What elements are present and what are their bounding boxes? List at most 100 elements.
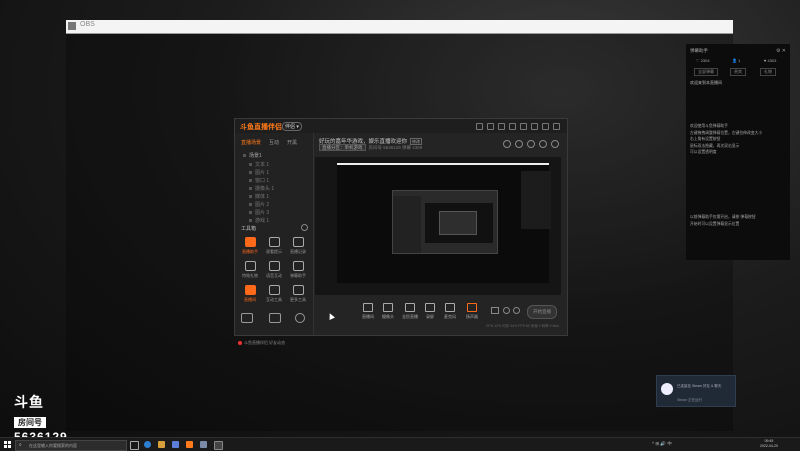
source-item[interactable]: 图片 3 (249, 209, 269, 216)
task-view-icon[interactable] (130, 441, 139, 450)
edge-icon[interactable] (144, 441, 151, 448)
steam-taskbar-icon[interactable] (200, 441, 207, 448)
scene-item[interactable]: 场景1 (243, 152, 262, 159)
status-bar: CPU 12% 内存 34% FPS 60 丢帧 0 码率 0 kb/s (485, 324, 559, 328)
toolbar-speaker[interactable]: 扬声器 (463, 303, 481, 320)
search-placeholder: 在这里输入你要搜索的内容 (29, 443, 77, 448)
obs-app-icon (68, 22, 76, 30)
tool-icon[interactable] (241, 313, 253, 323)
steam-notification-text: 已连接至 Steam 好友 & 聊天 (677, 384, 722, 388)
chat-controls[interactable]: ⚙ ✕ (776, 48, 786, 54)
watermark-brand: 斗鱼 (14, 394, 44, 410)
left-footer[interactable]: 斗鱼直播伴侣 好友动态 (238, 340, 285, 346)
preview-side-panel (521, 171, 551, 229)
video-icon[interactable] (491, 307, 499, 314)
tool-live-room[interactable]: 直播间 (239, 285, 261, 303)
account-dropdown[interactable]: 伴侣 ▾ (282, 122, 302, 131)
gear-icon[interactable] (513, 307, 520, 314)
speaker-icon (467, 303, 477, 312)
tab-gifts[interactable]: 礼物 (760, 68, 776, 76)
preview-screen (337, 163, 551, 283)
record-icon (425, 303, 435, 312)
timer-icon[interactable] (503, 307, 510, 314)
clock-date: 2022-04-20 (760, 444, 778, 448)
mic-icon[interactable] (476, 123, 483, 130)
left-panel: 直播场景 互动 开黑 场景1 文本 1 图片 1 窗口 1 摄像头 1 媒体 1… (235, 133, 314, 345)
tab-vip[interactable]: 贵宾 (730, 68, 746, 76)
home-icon[interactable] (515, 140, 523, 148)
tool-gift-effects[interactable]: 特效礼物 (239, 261, 261, 279)
taskbar-search[interactable]: ⌕ 在这里输入你要搜索的内容 (15, 440, 127, 451)
live-preview[interactable] (315, 157, 561, 295)
tool-live-assistant[interactable]: 直播助手 (239, 237, 261, 255)
screen-icon (405, 303, 415, 312)
source-item[interactable]: 窗口 1 (249, 177, 269, 184)
tool-interact[interactable]: 互动工具 (263, 285, 285, 303)
store-icon[interactable] (172, 441, 179, 448)
toolbar-live-room[interactable]: 直播间 (359, 303, 377, 320)
tool-live-record[interactable]: 直播记录 (287, 237, 309, 255)
tool-watch-tips[interactable]: 观看提示 (263, 237, 285, 255)
toolbox-label: 工具箱 (241, 226, 257, 232)
source-item[interactable]: 摄像头 1 (249, 185, 274, 192)
bell-icon[interactable] (527, 140, 535, 148)
toolbar-mic[interactable]: 麦克风 (441, 303, 459, 320)
link-icon[interactable] (551, 140, 559, 148)
tool-voice[interactable]: 语音互动 (263, 261, 285, 279)
tab-scenes[interactable]: 直播场景 (241, 139, 261, 146)
tab-interact[interactable]: 互动 (269, 139, 279, 146)
tool-icon[interactable] (295, 313, 305, 323)
stat-followers: ♡ 2304 (696, 58, 710, 63)
tool-more[interactable]: 更多工具 (287, 285, 309, 303)
chat-icon[interactable] (539, 140, 547, 148)
source-item[interactable]: 文本 1 (249, 161, 269, 168)
live-dot-icon (238, 340, 242, 345)
message-icon[interactable] (498, 123, 505, 130)
source-item[interactable]: 媒体 1 (249, 193, 269, 200)
steam-icon (661, 383, 673, 395)
chat-title: 弹幕助手 (690, 48, 708, 53)
stat-likes: ♥ 4303 (764, 58, 777, 63)
gift-icon[interactable] (509, 123, 516, 130)
app-logo: 斗鱼直播伴侣 (240, 124, 282, 131)
category-pill[interactable]: 直播分区：单机游戏 (319, 144, 366, 151)
source-item[interactable]: 游戏 1 (249, 217, 269, 224)
stat-viewers: 👤 1 (732, 58, 741, 63)
tool-icon (292, 237, 304, 247)
bottom-toolbar: 直播间 摄像头 全民直播 录屏 麦克风 扬声器 开始直播 CPU 12% 内存 … (315, 297, 561, 333)
toolbox-settings-icon[interactable] (301, 224, 308, 231)
toolbar-fullscreen[interactable]: 全民直播 (401, 303, 419, 320)
steam-notification[interactable]: 已连接至 Steam 好友 & 聊天 Steam 正在运行 (656, 375, 736, 407)
toolbar-camera[interactable]: 摄像头 (379, 303, 397, 320)
edit-title-button[interactable]: 修改 (410, 138, 423, 145)
toolbar-record[interactable]: 录屏 (421, 303, 439, 320)
start-live-button[interactable]: 开始直播 (527, 305, 557, 319)
chat-note: 以前弹幕助手仅需开启，请按 弹幕按钮 开始时可以设置弹幕显示位置 (690, 215, 756, 226)
clock[interactable]: 09:45 2022-04-20 (760, 439, 778, 449)
file-explorer-icon[interactable] (158, 441, 165, 448)
tool-icon (268, 261, 280, 271)
system-tray[interactable]: ^ ⊞ 🔊 中 (652, 441, 672, 447)
windows-start-icon[interactable] (4, 441, 11, 448)
close-icon[interactable] (553, 123, 560, 130)
streaming-app-window: 斗鱼直播伴侣 伴侣 ▾ 直播场景 互动 开黑 场景1 文本 1 图片 1 窗口 … (234, 118, 568, 345)
menu-icon[interactable] (531, 123, 538, 130)
tool-icon (268, 237, 280, 247)
douyu-app-icon[interactable] (186, 441, 193, 448)
share-icon[interactable] (503, 140, 511, 148)
tool-icon[interactable] (269, 313, 281, 323)
chat-tips: 欢迎使用斗鱼弹幕助手 左键拖拽调整弹幕位置，左键拉伸改变大小 右上角有设置按钮 … (690, 124, 763, 154)
danmu-panel: 弹幕助手 ⚙ ✕ ♡ 2304 👤 1 ♥ 4303 全部弹幕 贵宾 礼物 欢迎… (686, 44, 790, 260)
user-icon[interactable] (520, 123, 527, 130)
source-item[interactable]: 图片 2 (249, 201, 269, 208)
minimize-icon[interactable] (542, 123, 549, 130)
settings-icon[interactable] (487, 123, 494, 130)
obs-taskbar-icon[interactable] (214, 441, 223, 450)
tool-icon (244, 237, 256, 247)
tab-team[interactable]: 开黑 (287, 139, 297, 146)
tab-all-danmu[interactable]: 全部弹幕 (694, 68, 718, 76)
tool-danmu[interactable]: 弹幕助手 (287, 261, 309, 279)
monitor-icon (363, 303, 373, 312)
source-item[interactable]: 图片 1 (249, 169, 269, 176)
outer-window-title: OBS (80, 21, 95, 28)
